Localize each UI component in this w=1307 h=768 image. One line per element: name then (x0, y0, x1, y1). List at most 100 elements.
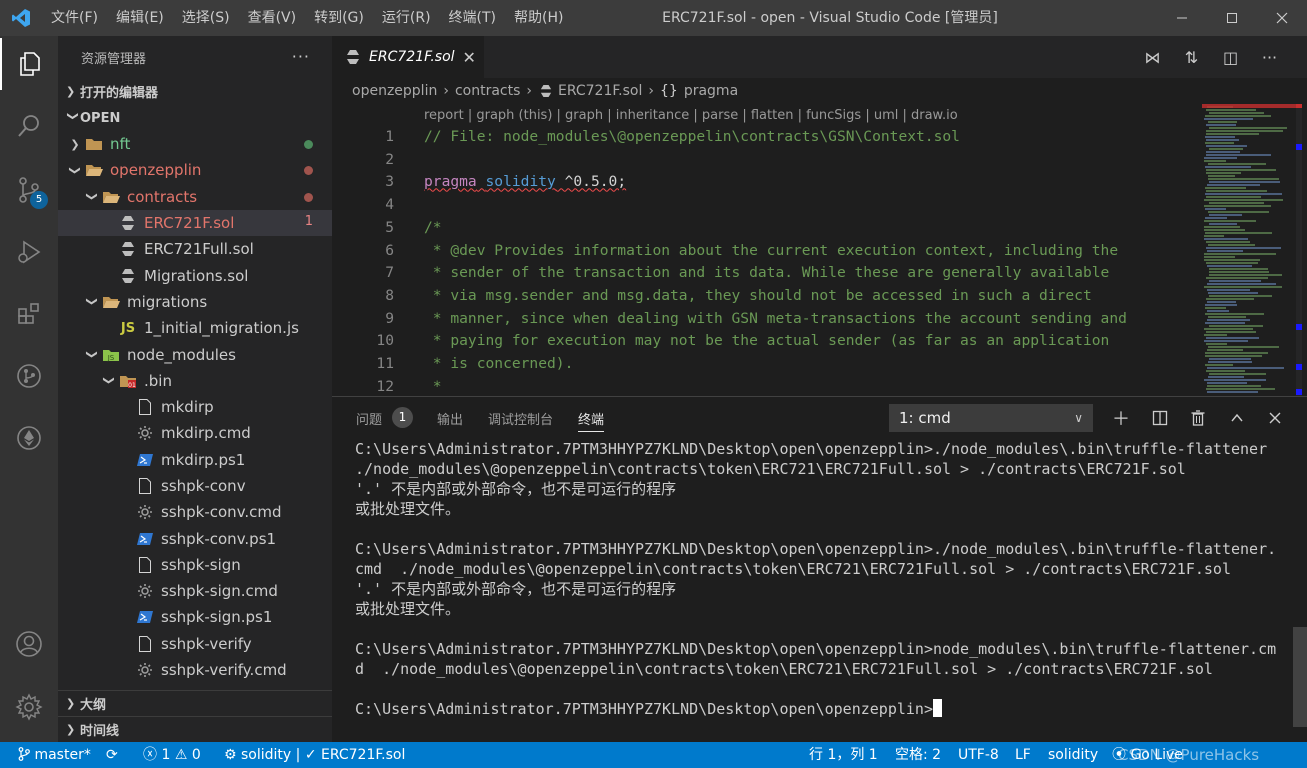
minimap-line (1207, 283, 1276, 285)
menu-item[interactable]: 编辑(E) (107, 0, 173, 36)
tab-terminal[interactable]: 终端 (578, 409, 605, 432)
tree-item[interactable]: sshpk-conv.ps1 (58, 525, 332, 551)
tree-item[interactable]: ❯ 01 .bin (58, 368, 332, 394)
terminal-scrollbar[interactable] (1293, 627, 1307, 727)
tree-item[interactable]: sshpk-sign.ps1 (58, 604, 332, 630)
end-of-line[interactable]: LF (1015, 742, 1031, 768)
trash-icon[interactable] (1185, 405, 1211, 431)
tree-item[interactable]: ❯ nft (58, 131, 332, 157)
codelens-bar[interactable]: report | graph (this) | graph | inherita… (424, 108, 958, 123)
run-debug-icon[interactable] (0, 226, 58, 278)
minimap[interactable] (1202, 104, 1302, 396)
open-editors-section[interactable]: ❯ 打开的编辑器 (58, 78, 332, 104)
tree-item[interactable]: mkdirp.ps1 (58, 447, 332, 473)
minimap-line (1209, 358, 1251, 360)
cursor-position[interactable]: 行 1，列 1 (809, 742, 878, 768)
tree-item[interactable]: ❯ contracts (58, 184, 332, 210)
chevron-down-icon: ❯ (66, 111, 80, 121)
tree-item[interactable]: ❯ JS node_modules (58, 341, 332, 367)
settings-gear-icon[interactable] (0, 681, 58, 733)
menu-item[interactable]: 选择(S) (173, 0, 239, 36)
outline-section[interactable]: ❯ 大纲 (58, 690, 332, 716)
menu-item[interactable]: 查看(V) (239, 0, 306, 36)
tab-problems[interactable]: 问题 (356, 409, 382, 428)
split-editor-icon[interactable]: ◫ (1211, 48, 1250, 67)
encoding[interactable]: UTF-8 (958, 742, 999, 768)
terminal-cursor (932, 699, 942, 717)
close-panel-icon[interactable] (1262, 405, 1288, 431)
workspace-root-section[interactable]: ❯ OPEN (58, 105, 332, 131)
tree-item[interactable]: JS 1_initial_migration.js (58, 315, 332, 341)
menu-item[interactable]: 运行(R) (373, 0, 440, 36)
compare-icon[interactable]: ⇅ (1172, 48, 1211, 67)
new-terminal-icon[interactable]: ＋ (1108, 405, 1134, 431)
code-token: // File: node_modules\@openzeppelin\cont… (424, 128, 960, 145)
minimap-line (1205, 355, 1262, 357)
breadcrumb-item[interactable]: contracts (455, 83, 520, 99)
open-editors-label: 打开的编辑器 (80, 85, 159, 101)
terminal-select[interactable]: 1: cmd ∨ (889, 404, 1093, 432)
folder-icon (84, 137, 104, 151)
more-actions-icon[interactable]: ··· (292, 47, 310, 66)
tree-item[interactable]: sshpk-verify.cmd (58, 657, 332, 683)
maximize-panel-icon[interactable] (1224, 405, 1250, 431)
breadcrumb-item[interactable]: ERC721F.sol (558, 83, 642, 99)
tree-item[interactable]: mkdirp (58, 394, 332, 420)
minimap-line (1204, 253, 1276, 255)
tree-item[interactable]: ERC721F.sol 1 (58, 209, 332, 237)
menu-item[interactable]: 终端(T) (440, 0, 505, 36)
tree-item-label: ERC721F.sol (144, 214, 235, 233)
language-mode[interactable]: solidity (1048, 742, 1098, 768)
tree-item[interactable]: ERC721Full.sol (58, 236, 332, 262)
minimap-line (1204, 238, 1248, 240)
branch-status[interactable]: master* (18, 742, 91, 768)
menu-item[interactable]: 转到(G) (305, 0, 373, 36)
terminal-output[interactable]: C:\Users\Administrator.7PTM3HHYPZ7KLND\D… (355, 439, 1285, 719)
code-editor[interactable]: report | graph (this) | graph | inherita… (332, 104, 1307, 396)
ethereum-icon[interactable] (0, 412, 58, 464)
tree-item[interactable]: sshpk-conv (58, 473, 332, 499)
scm-badge: 5 (30, 191, 48, 209)
problems-status[interactable]: ⓧ 1 ⚠ 0 (143, 742, 201, 768)
split-terminal-icon[interactable] (1147, 405, 1173, 431)
tree-item[interactable]: Migrations.sol (58, 262, 332, 288)
tree-item[interactable]: sshpk-sign (58, 552, 332, 578)
extensions-icon[interactable] (0, 288, 58, 340)
graph-icon[interactable]: ⋈ (1133, 48, 1172, 67)
tree-item[interactable]: sshpk-conv.cmd (58, 499, 332, 525)
node-folder-icon: JS (101, 348, 121, 362)
vscode-logo-icon (0, 0, 42, 36)
tree-item[interactable]: sshpk-sign.cmd (58, 578, 332, 604)
git-graph-icon[interactable] (0, 350, 58, 402)
code-text: * sender of the transaction and its data… (424, 262, 1110, 285)
indentation[interactable]: 空格: 2 (895, 742, 941, 768)
maximize-icon[interactable] (1207, 0, 1257, 36)
tab-output[interactable]: 输出 (437, 409, 463, 428)
tree-item[interactable]: ❯ openzepplin (58, 157, 332, 183)
account-icon[interactable] (0, 618, 58, 670)
terminal-prompt-line[interactable]: C:\Users\Administrator.7PTM3HHYPZ7KLND\D… (355, 699, 1285, 719)
tree-item[interactable]: mkdirp.cmd (58, 420, 332, 446)
solidity-status[interactable]: ⚙ solidity | ✓ ERC721F.sol (224, 742, 405, 768)
breadcrumb: openzepplin › contracts › ERC721F.sol › … (332, 78, 1307, 104)
file-icon (135, 635, 155, 652)
close-window-icon[interactable] (1257, 0, 1307, 36)
tab-debug-console[interactable]: 调试控制台 (488, 409, 553, 428)
tab-erc721f[interactable]: ERC721F.sol ✕ (332, 36, 484, 78)
minimap-line (1204, 199, 1283, 201)
close-tab-icon[interactable]: ✕ (463, 48, 476, 67)
tree-item[interactable]: sshpk-verify (58, 631, 332, 657)
menu-item[interactable]: 帮助(H) (505, 0, 572, 36)
tree-item[interactable]: ❯ migrations (58, 289, 332, 315)
more-editor-actions-icon[interactable]: ··· (1250, 48, 1289, 67)
minimize-icon[interactable] (1157, 0, 1207, 36)
timeline-section[interactable]: ❯ 时间线 (58, 716, 332, 742)
search-icon[interactable] (0, 100, 58, 152)
menu-item[interactable]: 文件(F) (42, 0, 107, 36)
source-control-icon[interactable]: 5 (0, 164, 58, 216)
explorer-icon[interactable] (0, 38, 58, 90)
breadcrumb-item[interactable]: pragma (684, 83, 738, 99)
sync-icon[interactable]: ⟳ (106, 742, 118, 768)
minimap-line (1206, 247, 1281, 249)
breadcrumb-item[interactable]: openzepplin (352, 83, 437, 99)
